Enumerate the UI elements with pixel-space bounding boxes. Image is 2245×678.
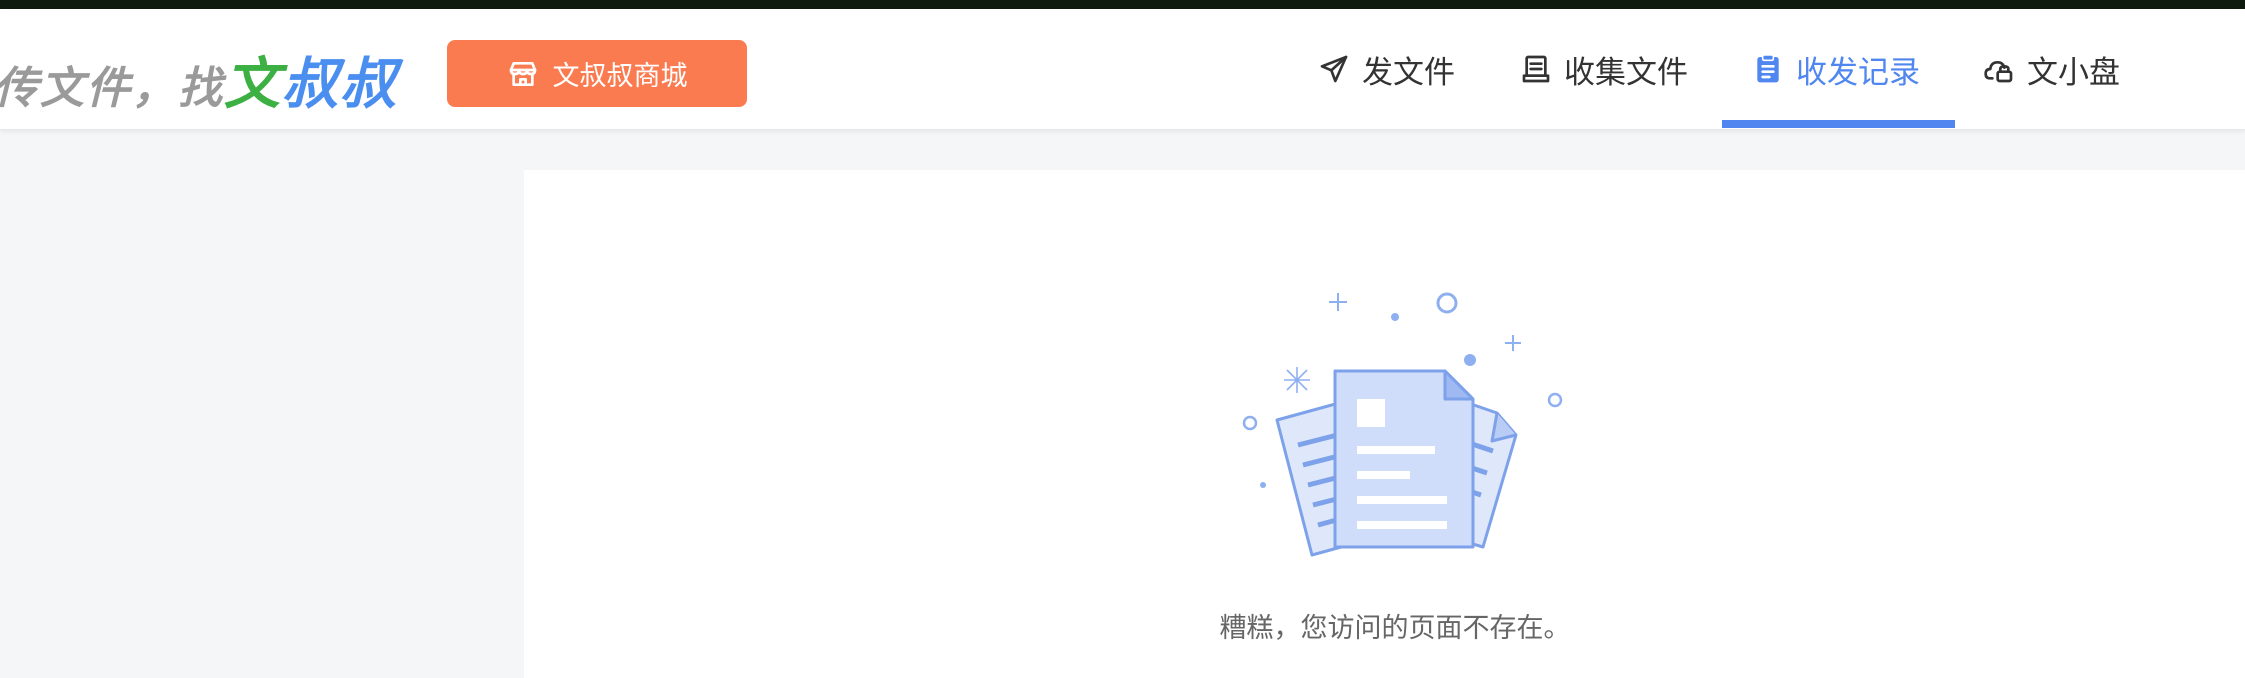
window-top-bar [0, 0, 2245, 9]
paper-plane-icon [1320, 55, 1348, 83]
clipboard-icon [1757, 54, 1779, 83]
nav-transfer-records[interactable]: 收发记录 [1752, 9, 1920, 129]
center-document-icon [1333, 369, 1475, 549]
nav-wenxiaopan-label: 文小盘 [2027, 54, 2120, 91]
decorative-ring [1242, 415, 1258, 431]
mall-button-label: 文叔叔商城 [552, 61, 688, 92]
nav-send-files-label: 发文件 [1362, 54, 1455, 91]
decorative-dot [1391, 313, 1399, 321]
nav-collect-files[interactable]: 收集文件 [1520, 9, 1688, 129]
site-header: 传文件，找文叔叔 文叔叔商城 发文件 收集文件 收发记录 文小盘 [0, 9, 2245, 130]
brand-name-part1: 文 [224, 52, 282, 117]
mall-button[interactable]: 文叔叔商城 [447, 40, 747, 107]
decorative-dot [1464, 354, 1476, 366]
inbox-icon [1522, 55, 1550, 83]
nav-send-files[interactable]: 发文件 [1318, 9, 1455, 129]
nav-collect-files-label: 收集文件 [1564, 54, 1688, 91]
decorative-dot [1260, 482, 1266, 488]
page-not-found-message: 糟糕，您访问的页面不存在。 [1219, 613, 1571, 644]
page-not-found-illustration [1242, 292, 1563, 557]
site-slogan[interactable]: 传文件，找文叔叔 [0, 39, 398, 120]
nav-transfer-records-label: 收发记录 [1796, 54, 1920, 91]
active-tab-indicator [1722, 120, 1955, 128]
brand-name-part2: 叔叔 [282, 52, 398, 117]
slogan-prefix: 传文件，找 [0, 63, 224, 114]
decorative-ring [1436, 292, 1458, 314]
cloud-lock-icon [1984, 60, 2013, 83]
nav-wenxiaopan[interactable]: 文小盘 [1983, 9, 2120, 129]
shop-icon [509, 61, 536, 86]
decorative-ring [1547, 392, 1563, 408]
